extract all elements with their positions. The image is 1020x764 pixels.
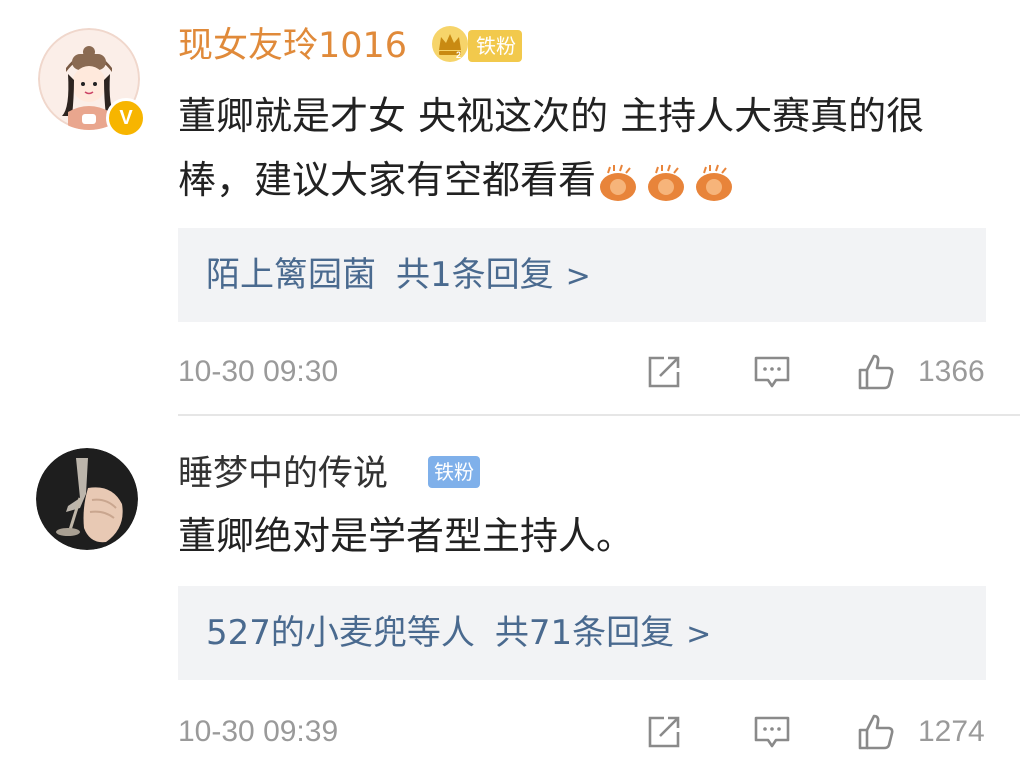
comment-item: 睡梦中的传说 铁粉 董卿绝对是学者型主持人。 527的小麦兜等人 共71条回复 > … <box>0 418 1020 764</box>
replies-summary[interactable]: 527的小麦兜等人 共71条回复 > <box>178 586 986 680</box>
comment-list: V 现女友玲1016 2 铁粉 董卿就是才女 央视这次的 主持人大赛真的很棒，建… <box>0 0 1020 764</box>
emoji-group <box>596 163 736 203</box>
thumbs-up-icon[interactable] <box>856 712 896 752</box>
share-icon[interactable] <box>644 352 684 392</box>
username[interactable]: 现女友玲1016 <box>178 26 407 66</box>
like-count: 1274 <box>918 715 985 748</box>
avatar[interactable] <box>36 448 138 550</box>
comment-text-content: 董卿就是才女 央视这次的 主持人大赛真的很棒，建议大家有空都看看 <box>178 94 925 202</box>
comment-item: V 现女友玲1016 2 铁粉 董卿就是才女 央视这次的 主持人大赛真的很棒，建… <box>0 0 1020 412</box>
username[interactable]: 睡梦中的传说 <box>178 454 388 494</box>
comment-text: 董卿绝对是学者型主持人。 <box>178 504 980 568</box>
avatar[interactable]: V <box>38 28 146 138</box>
reply-count: 共1条回复 <box>396 255 554 295</box>
chevron-right-icon: > <box>565 259 591 294</box>
comment-footer: 10-30 09:39 1274 <box>178 710 988 754</box>
timestamp: 10-30 09:30 <box>178 355 339 388</box>
reply-names: 527的小麦兜等人 <box>206 613 475 653</box>
like-count: 1366 <box>918 355 985 388</box>
thumbs-up-icon[interactable] <box>856 352 896 392</box>
fan-badge: 铁粉 <box>468 30 522 62</box>
comment-icon[interactable] <box>752 712 792 752</box>
verified-badge: V <box>106 98 146 138</box>
reply-count: 共71条回复 <box>494 613 675 653</box>
comment-footer: 10-30 09:30 1366 <box>178 350 988 394</box>
clap-hands-emoji-icon <box>600 164 637 201</box>
share-icon[interactable] <box>644 712 684 752</box>
comment-text: 董卿就是才女 央视这次的 主持人大赛真的很棒，建议大家有空都看看 <box>178 84 980 212</box>
avatar-image <box>36 448 138 550</box>
clap-hands-emoji-icon <box>648 164 685 201</box>
replies-summary[interactable]: 陌上篱园菌 共1条回复 > <box>178 228 986 322</box>
reply-names: 陌上篱园菌 <box>206 255 376 295</box>
chevron-right-icon: > <box>686 617 712 652</box>
svg-text:2: 2 <box>456 50 461 60</box>
comment-icon[interactable] <box>752 352 792 392</box>
crown-icon: 2 <box>432 26 468 62</box>
clap-hands-emoji-icon <box>696 164 733 201</box>
comment-text-content: 董卿绝对是学者型主持人。 <box>178 514 635 558</box>
divider <box>178 414 1020 416</box>
fan-badge: 铁粉 <box>428 456 480 488</box>
timestamp: 10-30 09:39 <box>178 715 339 748</box>
